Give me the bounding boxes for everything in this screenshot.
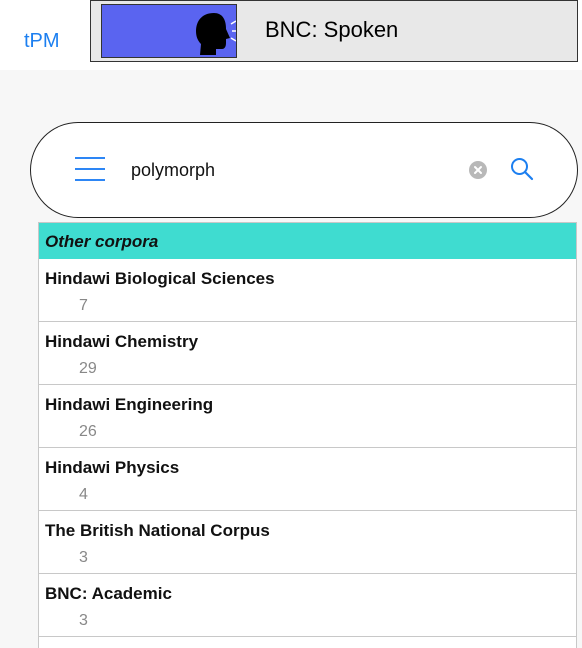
hit-count: 26 (79, 423, 97, 440)
hit-count: 3 (79, 549, 88, 566)
search-icon[interactable] (509, 156, 535, 182)
corpus-name: The British National Corpus (45, 521, 270, 540)
hit-count: 7 (79, 297, 88, 314)
corpus-title: BNC: Spoken (265, 17, 399, 42)
corpus-name: Hindawi Chemistry (45, 332, 199, 351)
search-input[interactable] (131, 155, 431, 185)
app-window: tPM BNC: Spoken polymorph Other corpora … (0, 0, 582, 648)
section-header-other-corpora: Other corpora (39, 223, 576, 259)
menu-line-middle (75, 168, 105, 170)
results-list: Other corpora Hindawi Biological Science… (38, 222, 577, 648)
corpus-thumbnail (101, 4, 237, 58)
corpus-name: Hindawi Physics (45, 458, 180, 477)
list-item[interactable]: The British National Corpus 3 (39, 511, 576, 574)
hamburger-menu-icon[interactable] (75, 157, 105, 181)
list-item[interactable]: Hindawi Engineering 26 (39, 385, 576, 448)
list-item[interactable]: Hindawi Physics 4 (39, 448, 576, 511)
header-bar: tPM BNC: Spoken (0, 0, 582, 70)
list-item[interactable]: Hindawi Chemistry 29 (39, 322, 576, 385)
menu-line-top (75, 157, 105, 159)
clear-icon[interactable] (469, 161, 487, 179)
menu-line-bottom (75, 179, 105, 181)
corpus-name: BNC: Academic (45, 584, 172, 603)
corpus-selector[interactable]: BNC: Spoken (90, 0, 578, 62)
corpus-name: Hindawi Engineering (45, 395, 214, 414)
hit-count: 4 (79, 486, 88, 503)
list-item[interactable]: Hindawi Biological Sciences 7 (39, 259, 576, 322)
search-area (30, 122, 582, 220)
tpm-link[interactable]: tPM (24, 30, 60, 53)
hit-count: 29 (79, 360, 97, 377)
search-bar (30, 122, 578, 218)
list-item[interactable]: BNC: Academic 3 (39, 574, 576, 637)
speaking-head-icon (196, 13, 236, 55)
corpus-name: Hindawi Biological Sciences (45, 269, 275, 288)
hit-count: 3 (79, 612, 88, 629)
